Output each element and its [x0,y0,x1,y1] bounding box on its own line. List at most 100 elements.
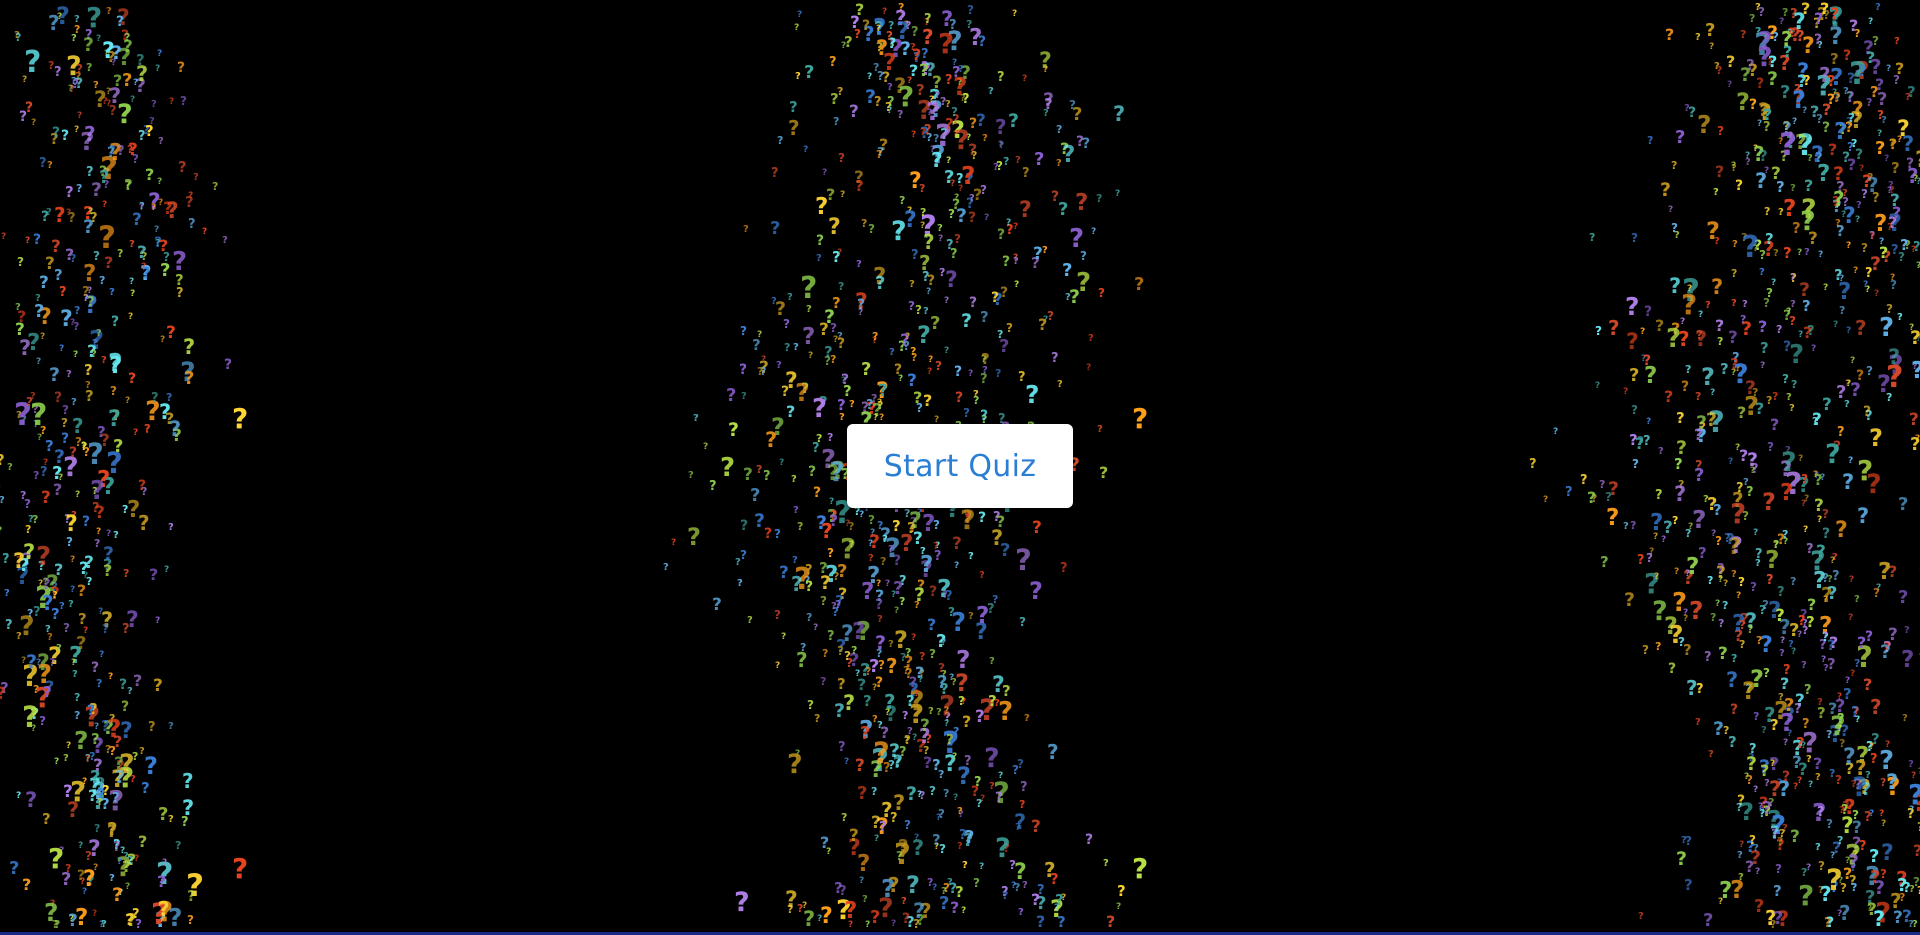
question-mark-icon: ? [1843,864,1853,883]
question-mark-icon: ? [19,336,32,360]
question-mark-icon: ? [71,33,77,44]
question-mark-icon: ? [1713,501,1722,519]
question-mark-icon: ? [1646,417,1652,427]
question-mark-icon: ? [855,290,868,315]
question-mark-icon: ? [855,0,865,19]
question-mark-icon: ? [1804,247,1810,258]
question-mark-icon: ? [1746,837,1756,856]
question-mark-icon: ? [1842,150,1851,166]
question-mark-icon: ? [66,208,72,218]
question-mark-icon: ? [938,807,945,821]
question-mark-icon: ? [1760,361,1766,371]
question-mark-icon: ? [202,227,208,237]
question-mark-icon: ? [19,555,30,576]
question-mark-icon: ? [141,250,148,263]
question-mark-icon: ? [1804,133,1810,144]
question-mark-icon: ? [857,783,868,804]
question-mark-icon: ? [1789,26,1796,40]
question-mark-icon: ? [911,248,919,263]
question-mark-icon: ? [108,348,123,377]
question-mark-icon: ? [838,584,848,603]
start-quiz-button[interactable]: Start Quiz [847,424,1073,508]
question-mark-icon: ? [801,381,810,397]
question-mark-icon: ? [740,324,747,338]
question-mark-icon: ? [1728,535,1741,560]
question-mark-icon: ? [899,574,907,589]
question-mark-icon: ? [1025,380,1040,409]
question-mark-icon: ? [1847,71,1856,87]
question-mark-icon: ? [1731,161,1737,171]
question-mark-icon: ? [116,14,125,30]
question-mark-icon: ? [1767,22,1779,44]
question-mark-icon: ? [166,323,176,343]
question-mark-icon: ? [867,399,877,419]
question-mark-icon: ? [1849,16,1859,35]
question-mark-icon: ? [1730,875,1745,904]
question-mark-icon: ? [107,819,118,840]
question-mark-icon: ? [1764,778,1770,789]
question-mark-icon: ? [1904,625,1910,636]
question-mark-icon: ? [1692,505,1707,534]
question-mark-icon: ? [1746,681,1753,695]
question-mark-icon: ? [113,840,121,855]
question-mark-icon: ? [739,362,748,378]
question-mark-icon: ? [1782,528,1789,541]
question-mark-icon: ? [1783,738,1789,748]
question-mark-icon: ? [1715,316,1725,335]
question-mark-icon: ? [1793,85,1805,109]
question-mark-icon: ? [938,661,945,675]
question-mark-icon: ? [48,11,60,35]
question-mark-icon: ? [112,791,120,806]
question-mark-icon: ? [127,497,141,523]
question-mark-icon: ? [1852,97,1864,121]
question-mark-icon: ? [882,7,888,17]
question-mark-icon: ? [812,394,828,424]
question-mark-icon: ? [774,608,781,622]
question-mark-icon: ? [1740,313,1747,326]
question-mark-icon: ? [1097,424,1103,435]
question-mark-icon: ? [976,603,990,629]
question-mark-icon: ? [1723,724,1730,737]
question-mark-icon: ? [1117,882,1126,900]
question-mark-icon: ? [917,790,923,800]
question-mark-icon: ? [998,140,1004,150]
question-mark-icon: ? [919,789,926,802]
question-mark-icon: ? [1820,882,1832,906]
question-mark-icon: ? [873,61,880,74]
question-mark-icon: ? [1833,91,1841,106]
question-mark-icon: ? [51,580,58,594]
question-mark-icon: ? [795,749,801,759]
question-mark-icon: ? [969,116,978,132]
question-mark-icon: ? [14,397,32,433]
question-mark-icon: ? [138,832,148,851]
question-mark-icon: ? [88,207,94,217]
question-mark-icon: ? [837,248,843,258]
question-mark-icon: ? [833,115,840,128]
question-mark-icon: ? [128,312,134,322]
question-mark-icon: ? [65,245,75,264]
question-mark-icon: ? [984,743,1000,774]
question-mark-icon: ? [857,851,871,877]
question-mark-icon: ? [899,745,907,760]
question-mark-icon: ? [900,651,907,664]
question-mark-icon: ? [1062,142,1076,168]
question-mark-icon: ? [1816,69,1833,102]
question-mark-icon: ? [791,572,803,596]
question-mark-icon: ? [130,95,136,105]
question-mark-icon: ? [105,743,112,756]
question-mark-icon: ? [880,555,887,568]
question-mark-icon: ? [1770,759,1776,769]
question-mark-icon: ? [52,590,58,601]
question-mark-icon: ? [160,335,166,345]
question-mark-icon: ? [1003,155,1010,168]
question-mark-icon: ? [734,887,750,918]
question-mark-icon: ? [932,883,938,893]
question-mark-icon: ? [944,167,955,188]
question-mark-icon: ? [824,343,833,361]
question-mark-icon: ? [144,422,151,435]
question-mark-icon: ? [1912,919,1918,930]
question-mark-icon: ? [1877,370,1891,398]
question-mark-icon: ? [875,586,885,605]
question-mark-icon: ? [786,402,796,421]
question-mark-icon: ? [1821,583,1833,607]
